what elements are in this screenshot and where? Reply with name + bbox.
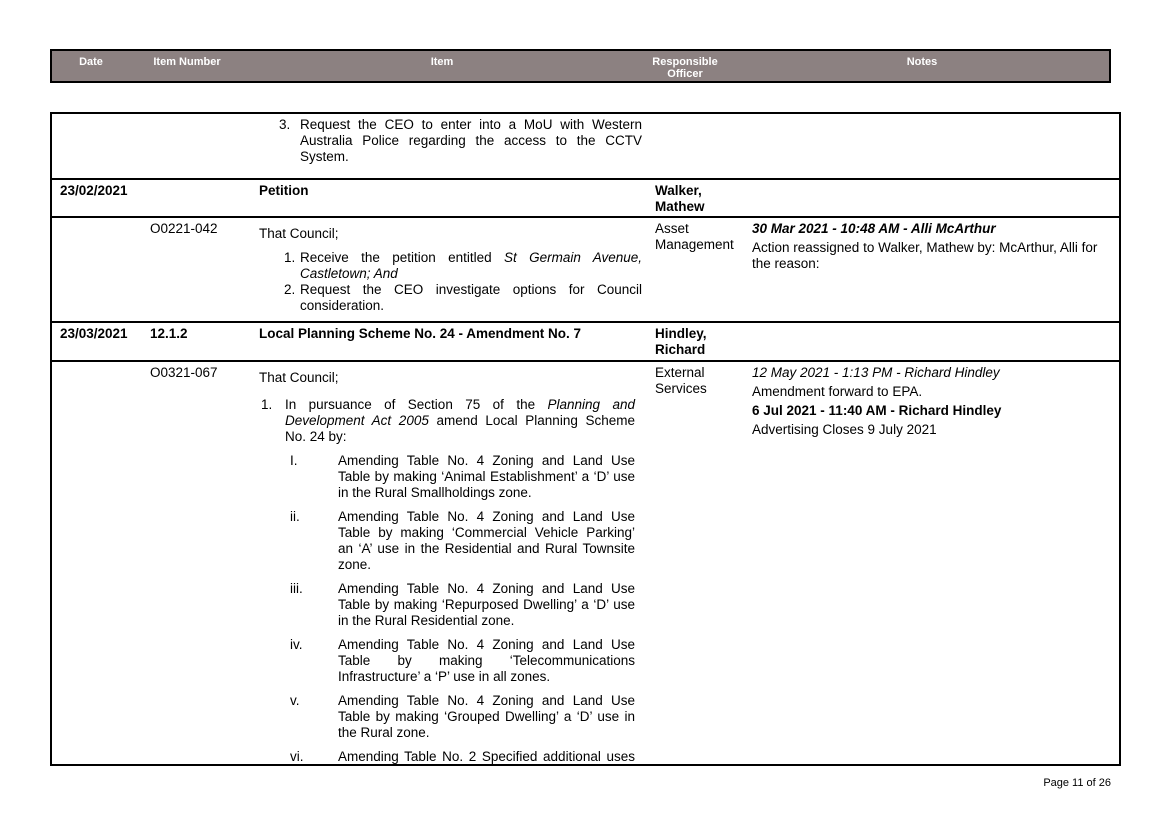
text-line: the Rural zone. [338,725,430,740]
header-responsible-officer: Responsible Officer [640,56,730,80]
resolution-intro: That Council; [259,226,339,241]
row-officer: Hindley, Richard [655,326,707,358]
note-heading: 12 May 2021 - 1:13 PM - Richard Hindley [752,365,1000,380]
table-header: Date Item Number Item Responsible Office… [50,49,1111,83]
row-date: 23/03/2021 [60,326,128,341]
text-line: Amending Table No. 4 Zoning and Land Use [338,693,635,708]
list-number: 1. [261,397,273,412]
list-item-text: Receive the petition entitled St Germain… [300,250,642,282]
header-responsible-line2: Officer [667,68,703,80]
list-item-text: In pursuance of Section 75 of the Planni… [285,397,635,445]
row-divider [52,178,1119,180]
subitem-number: iv. [290,637,303,652]
text-line: in the Rural Smallholdings zone. [338,485,532,500]
subitem-number: v. [290,693,300,708]
row-divider [52,216,1119,218]
officer-line: Richard [655,342,706,357]
text-line: in the Rural Residential zone. [338,613,515,628]
header-responsible-line1: Responsible [652,56,718,68]
text-line: Table by making ‘Repurposed Dwelling’ a … [338,597,635,612]
text-line: In pursuance of Section 75 of the Planni… [285,397,635,413]
note-line: Action reassigned to Walker, Mathew by: … [752,240,1098,255]
row-title: Petition [259,183,309,198]
text-line: an ‘A’ use in the Residential and Rural … [338,541,635,556]
row-item-number: 12.1.2 [150,326,188,341]
text-line: Request the CEO investigate options for … [300,282,642,297]
note-heading: 30 Mar 2021 - 10:48 AM - Alli McArthur [752,221,996,236]
row-item-number: O0321-067 [150,365,218,380]
officer-line: Mathew [655,199,705,214]
list-item-text: Request the CEO investigate options for … [300,282,642,314]
officer-line: Hindley, [655,326,707,341]
text-line: Australia Police regarding the access to… [300,133,642,148]
subitem-number: ii. [290,509,300,524]
row-officer: Asset Management [655,221,734,253]
header-item: Item [430,56,454,68]
text-line: Amending Table No. 2 Specified additiona… [338,749,635,764]
text-line: Request the CEO to enter into a MoU with… [300,117,642,132]
text-line: Table by making ‘Grouped Dwelling’ a ‘D’… [338,709,635,724]
text-line: Amending Table No. 4 Zoning and Land Use [338,637,635,652]
header-notes: Notes [906,56,938,68]
row-date: 23/02/2021 [60,183,128,198]
act-name: Planning and [547,397,635,412]
list-item-text: Request the CEO to enter into a MoU with… [300,117,642,165]
resolution-intro: That Council; [259,370,339,385]
note-line: the reason: [752,256,820,271]
note-text: Advertising Closes 9 July 2021 [752,422,937,437]
text-line: Table by making ‘Animal Establishment’ a… [338,469,635,484]
subitem-text: Amending Table No. 4 Zoning and Land Use… [338,693,635,741]
text-line: Amending Table No. 4 Zoning and Land Use [338,581,635,596]
row-title: Local Planning Scheme No. 24 - Amendment… [259,326,582,341]
text-fragment: amend Local Planning Scheme [428,413,635,428]
act-name: Development Act 2005 [285,413,429,428]
note-text: Action reassigned to Walker, Mathew by: … [752,240,1097,272]
text-line: Receive the petition entitled St Germain… [300,250,642,266]
note-heading: 6 Jul 2021 - 11:40 AM - Richard Hindley [752,403,1002,418]
list-number: 1. [284,250,296,265]
officer-line: External [655,365,705,380]
page-number: Page 11 of 26 [1043,777,1111,789]
text-fragment: In pursuance of Section 75 of the [285,397,548,412]
subitem-text: Amending Table No. 4 Zoning and Land Use… [338,581,635,629]
text-line: Castletown; And [300,266,398,281]
text-line: Infrastructure’ a ‘P’ use in all zones. [338,669,551,684]
row-divider [52,360,1119,362]
minutes-table: 3. Request the CEO to enter into a MoU w… [50,112,1121,766]
text-line: No. 24 by: [285,429,347,444]
text-line: Amending Table No. 4 Zoning and Land Use [338,509,635,524]
subitem-number: I. [290,453,298,468]
list-number: 2. [284,282,296,297]
subitem-text: Amending Table No. 4 Zoning and Land Use… [338,509,635,573]
header-date: Date [79,56,103,68]
subitem-text: Amending Table No. 2 Specified additiona… [338,749,635,764]
text-line: Table by making ‘Telecommunications [338,653,635,668]
row-officer: Walker, Mathew [655,183,705,215]
text-line: System. [300,149,349,164]
subitem-text: Amending Table No. 4 Zoning and Land Use… [338,453,635,501]
text-fragment: Receive the petition entitled [300,250,504,265]
petition-name: St Germain Avenue, [503,250,642,265]
officer-line: Management [655,237,734,252]
subitem-text: Amending Table No. 4 Zoning and Land Use… [338,637,635,685]
text-line: zone. [338,557,372,572]
subitem-number: iii. [290,581,303,596]
subitem-number: vi. [290,749,304,764]
officer-line: Asset [655,221,689,236]
row-officer: External Services [655,365,707,397]
officer-line: Walker, [655,183,702,198]
text-line: Amending Table No. 4 Zoning and Land Use [338,453,635,468]
text-line: Table by making ‘Commercial Vehicle Park… [338,525,635,540]
row-divider [52,321,1119,323]
header-item-number: Item Number [153,56,221,68]
row-item-number: O0221-042 [150,221,218,236]
text-line: consideration. [300,298,385,313]
text-line: Development Act 2005 amend Local Plannin… [285,413,635,429]
officer-line: Services [655,381,707,396]
note-text: Amendment forward to EPA. [752,384,923,399]
list-number: 3. [279,117,291,132]
